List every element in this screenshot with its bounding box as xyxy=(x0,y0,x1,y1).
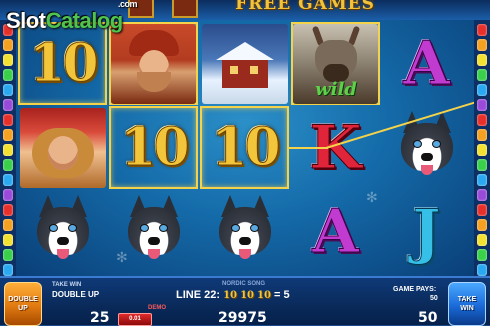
demo-label: DEMO xyxy=(148,305,166,311)
ten-symbol: 10 xyxy=(120,117,190,179)
gem-light-icon xyxy=(3,159,13,171)
gem-light-icon xyxy=(3,84,13,96)
double-up-button[interactable]: DOUBLE UP xyxy=(4,282,42,326)
gem-light-icon xyxy=(477,189,487,201)
reel-cell-r2c5 xyxy=(382,106,471,189)
line-symbol: 10 xyxy=(240,290,254,301)
gem-light-icon xyxy=(3,144,13,156)
gem-light-icon xyxy=(477,99,487,111)
reindeer-wild-symbol: wild xyxy=(293,23,378,104)
gem-light-icon xyxy=(477,39,487,51)
game-name-label: NORDIC SONG xyxy=(222,281,266,287)
gem-light-icon xyxy=(3,54,13,66)
smiling-woman-symbol xyxy=(19,107,106,188)
husky-symbol xyxy=(114,193,194,271)
snowy-cabin-symbol xyxy=(201,23,288,104)
reel-cell-r3c2 xyxy=(109,190,198,273)
reel-cell-r2c3: 10 xyxy=(200,106,289,189)
gem-light-icon xyxy=(477,234,487,246)
wild-label: wild xyxy=(315,78,357,100)
a-symbol: A xyxy=(403,28,451,99)
reel-cell-r1c5: A xyxy=(382,22,471,105)
gem-light-icon xyxy=(477,144,487,156)
gem-light-icon xyxy=(3,99,13,111)
take-win-button[interactable]: TAKE WIN xyxy=(448,282,486,326)
gem-light-icon xyxy=(477,264,487,276)
left-gem-bar xyxy=(0,20,16,276)
reel-cell-r2c1 xyxy=(18,106,107,189)
gem-light-icon xyxy=(477,129,487,141)
reel-cell-r3c3 xyxy=(200,190,289,273)
gem-light-icon xyxy=(477,114,487,126)
line-symbol: 10 xyxy=(223,290,237,301)
reel-area: ✻ ✻ ✻ ✻ 10 wild A 10 10 xyxy=(16,20,474,276)
watermark-domain: .com xyxy=(118,0,138,9)
gem-light-icon xyxy=(477,159,487,171)
gem-light-icon xyxy=(3,234,13,246)
reel-cell-r1c4: wild xyxy=(291,22,380,105)
line-result: = 5 xyxy=(274,289,290,301)
reel-cell-r3c4: A xyxy=(291,190,380,273)
husky-symbol xyxy=(387,109,467,187)
control-panel: DOUBLE UP TAKE WIN DOUBLE UP 25 0.01 DEM… xyxy=(0,276,490,326)
line-prefix: LINE 22: xyxy=(176,289,221,301)
bearded-man-symbol xyxy=(111,23,196,104)
payline-segment xyxy=(288,147,328,149)
reel-cell-r3c1 xyxy=(18,190,107,273)
double-up-label: DOUBLE UP xyxy=(52,290,100,299)
coin-value-button[interactable]: 0.01 xyxy=(118,313,152,326)
husky-symbol xyxy=(205,193,285,271)
double-up-button-line1: DOUBLE xyxy=(8,296,38,303)
gem-light-icon xyxy=(3,39,13,51)
reel-cell-r1c1: 10 xyxy=(18,22,107,105)
gem-light-icon xyxy=(3,189,13,201)
gem-light-icon xyxy=(477,174,487,186)
take-win-button-line1: TAKE xyxy=(457,296,477,303)
gem-light-icon xyxy=(477,69,487,81)
gem-light-icon xyxy=(477,219,487,231)
ten-symbol: 10 xyxy=(29,33,99,95)
gem-light-icon xyxy=(477,24,487,36)
reel-cell-r1c3 xyxy=(200,22,289,105)
gem-light-icon xyxy=(3,174,13,186)
banner-frame-mid xyxy=(172,0,198,18)
ten-symbol: 10 xyxy=(211,117,281,179)
balance-value: 29975 xyxy=(218,310,267,326)
left-value: 25 xyxy=(90,310,110,326)
gem-light-icon xyxy=(3,219,13,231)
gem-light-icon xyxy=(477,84,487,96)
game-pays-value: 50 xyxy=(430,295,438,302)
gem-light-icon xyxy=(477,54,487,66)
line-symbol: 10 xyxy=(257,290,271,301)
gem-light-icon xyxy=(3,249,13,261)
take-win-button-line2: WIN xyxy=(460,305,474,312)
gem-light-icon xyxy=(3,204,13,216)
reel-cell-r1c2 xyxy=(109,22,198,105)
win-value: 50 xyxy=(418,310,438,326)
gem-light-icon xyxy=(477,204,487,216)
gem-light-icon xyxy=(477,249,487,261)
take-win-label: TAKE WIN xyxy=(52,282,82,288)
gem-light-icon xyxy=(3,69,13,81)
a-symbol: A xyxy=(312,196,360,267)
win-line-info: LINE 22: 10 10 10 = 5 xyxy=(176,289,290,301)
j-symbol: J xyxy=(412,196,441,267)
double-up-button-line2: UP xyxy=(18,305,28,312)
husky-symbol xyxy=(23,193,103,271)
gem-light-icon xyxy=(3,264,13,276)
game-pays-label: GAME PAYS: xyxy=(393,286,437,293)
reel-cell-r2c2: 10 xyxy=(109,106,198,189)
reel-cell-r3c5: J xyxy=(382,190,471,273)
gem-light-icon xyxy=(3,129,13,141)
watermark-slot: Slot xyxy=(6,8,46,33)
right-gem-bar xyxy=(474,20,490,276)
gem-light-icon xyxy=(3,114,13,126)
free-games-title: FREE GAMES xyxy=(235,0,375,14)
watermark-catalog: Catalog xyxy=(45,8,124,33)
watermark-logo: SlotCatalog .com xyxy=(6,0,138,34)
